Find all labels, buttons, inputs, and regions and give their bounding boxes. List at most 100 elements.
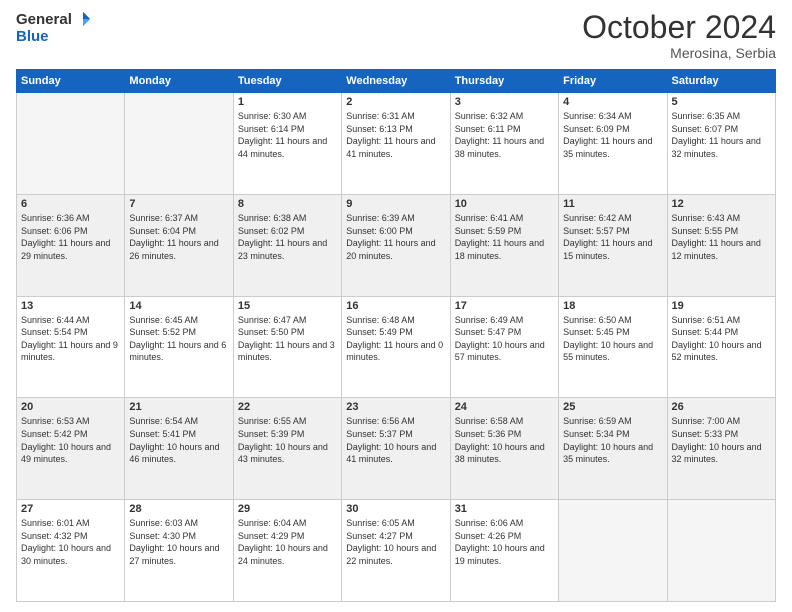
calendar-week-row: 1 Sunrise: 6:30 AM Sunset: 6:14 PM Daylig… (17, 93, 776, 195)
day-number: 21 (129, 401, 228, 413)
day-info: Sunrise: 6:47 AM Sunset: 5:50 PM Dayligh… (238, 314, 337, 364)
calendar-week-row: 6 Sunrise: 6:36 AM Sunset: 6:06 PM Daylig… (17, 194, 776, 296)
day-info: Sunrise: 6:04 AM Sunset: 4:29 PM Dayligh… (238, 517, 337, 567)
calendar-cell: 29 Sunrise: 6:04 AM Sunset: 4:29 PM Dayli… (233, 500, 341, 602)
day-number: 12 (672, 198, 771, 210)
day-info: Sunrise: 6:31 AM Sunset: 6:13 PM Dayligh… (346, 110, 445, 160)
calendar-week-row: 13 Sunrise: 6:44 AM Sunset: 5:54 PM Dayli… (17, 296, 776, 398)
header: General Blue October 2024 Merosina, Serb… (16, 10, 776, 61)
calendar-cell (667, 500, 775, 602)
day-number: 20 (21, 401, 120, 413)
calendar-cell (125, 93, 233, 195)
weekday-header-thursday: Thursday (450, 70, 558, 93)
day-number: 4 (563, 96, 662, 108)
day-number: 16 (346, 300, 445, 312)
calendar-cell: 16 Sunrise: 6:48 AM Sunset: 5:49 PM Dayli… (342, 296, 450, 398)
day-number: 23 (346, 401, 445, 413)
day-info: Sunrise: 7:00 AM Sunset: 5:33 PM Dayligh… (672, 415, 771, 465)
calendar-cell: 25 Sunrise: 6:59 AM Sunset: 5:34 PM Dayli… (559, 398, 667, 500)
day-number: 10 (455, 198, 554, 210)
weekday-header-row: SundayMondayTuesdayWednesdayThursdayFrid… (17, 70, 776, 93)
day-info: Sunrise: 6:01 AM Sunset: 4:32 PM Dayligh… (21, 517, 120, 567)
calendar-cell: 15 Sunrise: 6:47 AM Sunset: 5:50 PM Dayli… (233, 296, 341, 398)
calendar-cell: 24Sunrise: 6:58 AM Sunset: 5:36 PM Dayli… (450, 398, 558, 500)
calendar-cell: 17Sunrise: 6:49 AM Sunset: 5:47 PM Dayli… (450, 296, 558, 398)
calendar-cell: 18Sunrise: 6:50 AM Sunset: 5:45 PM Dayli… (559, 296, 667, 398)
day-number: 7 (129, 198, 228, 210)
logo-text-general: General (16, 11, 72, 28)
day-info: Sunrise: 6:39 AM Sunset: 6:00 PM Dayligh… (346, 212, 445, 262)
weekday-header-sunday: Sunday (17, 70, 125, 93)
calendar-cell: 6 Sunrise: 6:36 AM Sunset: 6:06 PM Daylig… (17, 194, 125, 296)
day-number: 22 (238, 401, 337, 413)
calendar-cell: 9 Sunrise: 6:39 AM Sunset: 6:00 PM Daylig… (342, 194, 450, 296)
day-info: Sunrise: 6:06 AM Sunset: 4:26 PM Dayligh… (455, 517, 554, 567)
day-number: 30 (346, 503, 445, 515)
day-number: 11 (563, 198, 662, 210)
weekday-header-saturday: Saturday (667, 70, 775, 93)
day-number: 2 (346, 96, 445, 108)
calendar-cell: 2 Sunrise: 6:31 AM Sunset: 6:13 PM Daylig… (342, 93, 450, 195)
calendar-cell: 21 Sunrise: 6:54 AM Sunset: 5:41 PM Dayli… (125, 398, 233, 500)
day-info: Sunrise: 6:37 AM Sunset: 6:04 PM Dayligh… (129, 212, 228, 262)
day-number: 5 (672, 96, 771, 108)
calendar-cell: 22 Sunrise: 6:55 AM Sunset: 5:39 PM Dayli… (233, 398, 341, 500)
calendar-cell: 3Sunrise: 6:32 AM Sunset: 6:11 PM Daylig… (450, 93, 558, 195)
day-info: Sunrise: 6:48 AM Sunset: 5:49 PM Dayligh… (346, 314, 445, 364)
day-info: Sunrise: 6:55 AM Sunset: 5:39 PM Dayligh… (238, 415, 337, 465)
main-title: October 2024 (582, 10, 776, 45)
day-number: 1 (238, 96, 337, 108)
day-info: Sunrise: 6:38 AM Sunset: 6:02 PM Dayligh… (238, 212, 337, 262)
day-number: 9 (346, 198, 445, 210)
calendar-cell: 4 Sunrise: 6:34 AM Sunset: 6:09 PM Daylig… (559, 93, 667, 195)
day-number: 14 (129, 300, 228, 312)
day-number: 8 (238, 198, 337, 210)
title-block: October 2024 Merosina, Serbia (582, 10, 776, 61)
day-number: 6 (21, 198, 120, 210)
calendar-cell: 23 Sunrise: 6:56 AM Sunset: 5:37 PM Dayli… (342, 398, 450, 500)
logo-icon (74, 10, 92, 28)
day-info: Sunrise: 6:41 AM Sunset: 5:59 PM Dayligh… (455, 212, 554, 262)
calendar-cell: 30 Sunrise: 6:05 AM Sunset: 4:27 PM Dayli… (342, 500, 450, 602)
calendar-cell: 27 Sunrise: 6:01 AM Sunset: 4:32 PM Dayli… (17, 500, 125, 602)
day-info: Sunrise: 6:36 AM Sunset: 6:06 PM Dayligh… (21, 212, 120, 262)
day-info: Sunrise: 6:30 AM Sunset: 6:14 PM Dayligh… (238, 110, 337, 160)
day-info: Sunrise: 6:54 AM Sunset: 5:41 PM Dayligh… (129, 415, 228, 465)
day-info: Sunrise: 6:44 AM Sunset: 5:54 PM Dayligh… (21, 314, 120, 364)
day-info: Sunrise: 6:34 AM Sunset: 6:09 PM Dayligh… (563, 110, 662, 160)
day-number: 29 (238, 503, 337, 515)
day-number: 25 (563, 401, 662, 413)
calendar-cell: 1 Sunrise: 6:30 AM Sunset: 6:14 PM Daylig… (233, 93, 341, 195)
day-info: Sunrise: 6:32 AM Sunset: 6:11 PM Dayligh… (455, 110, 554, 160)
day-info: Sunrise: 6:53 AM Sunset: 5:42 PM Dayligh… (21, 415, 120, 465)
calendar-cell: 14Sunrise: 6:45 AM Sunset: 5:52 PM Dayli… (125, 296, 233, 398)
day-number: 27 (21, 503, 120, 515)
weekday-header-tuesday: Tuesday (233, 70, 341, 93)
weekday-header-friday: Friday (559, 70, 667, 93)
day-info: Sunrise: 6:43 AM Sunset: 5:55 PM Dayligh… (672, 212, 771, 262)
subtitle: Merosina, Serbia (582, 45, 776, 61)
day-number: 18 (563, 300, 662, 312)
calendar-cell: 7 Sunrise: 6:37 AM Sunset: 6:04 PM Daylig… (125, 194, 233, 296)
calendar-cell: 20 Sunrise: 6:53 AM Sunset: 5:42 PM Dayli… (17, 398, 125, 500)
day-number: 31 (455, 503, 554, 515)
day-info: Sunrise: 6:05 AM Sunset: 4:27 PM Dayligh… (346, 517, 445, 567)
logo-text-blue: Blue (16, 28, 49, 45)
day-info: Sunrise: 6:59 AM Sunset: 5:34 PM Dayligh… (563, 415, 662, 465)
calendar-cell: 19Sunrise: 6:51 AM Sunset: 5:44 PM Dayli… (667, 296, 775, 398)
day-number: 28 (129, 503, 228, 515)
calendar-table: SundayMondayTuesdayWednesdayThursdayFrid… (16, 69, 776, 602)
calendar-cell (559, 500, 667, 602)
calendar-cell: 10 Sunrise: 6:41 AM Sunset: 5:59 PM Dayli… (450, 194, 558, 296)
page: General Blue October 2024 Merosina, Serb… (0, 0, 792, 612)
day-info: Sunrise: 6:35 AM Sunset: 6:07 PM Dayligh… (672, 110, 771, 160)
calendar-cell: 8 Sunrise: 6:38 AM Sunset: 6:02 PM Daylig… (233, 194, 341, 296)
day-info: Sunrise: 6:56 AM Sunset: 5:37 PM Dayligh… (346, 415, 445, 465)
day-number: 13 (21, 300, 120, 312)
day-number: 15 (238, 300, 337, 312)
calendar-week-row: 27 Sunrise: 6:01 AM Sunset: 4:32 PM Dayli… (17, 500, 776, 602)
day-info: Sunrise: 6:58 AM Sunset: 5:36 PM Dayligh… (455, 415, 554, 465)
day-number: 26 (672, 401, 771, 413)
day-info: Sunrise: 6:03 AM Sunset: 4:30 PM Dayligh… (129, 517, 228, 567)
logo: General Blue (16, 10, 92, 45)
